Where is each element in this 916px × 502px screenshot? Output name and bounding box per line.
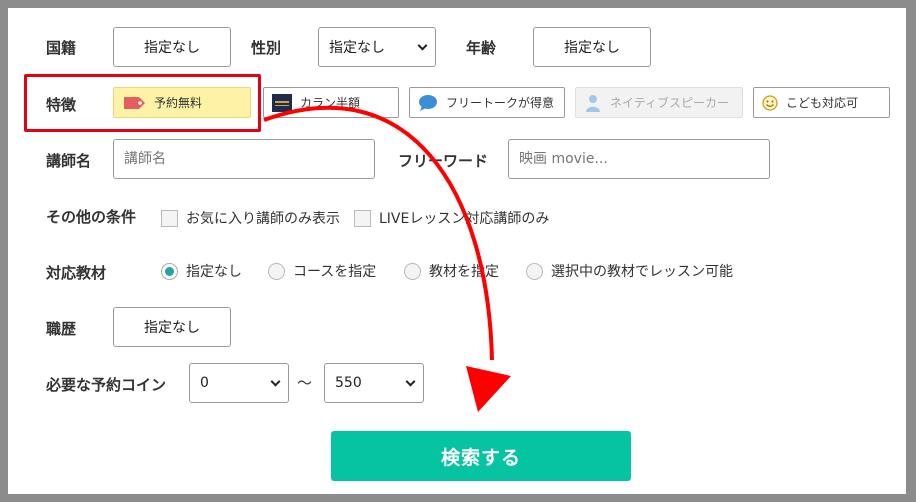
annotation-arrow bbox=[263, 105, 511, 412]
search-panel: 国籍 指定なし 性別 指定なし 年齢 指定なし 特徴 予約無料 カラン半額 フリ… bbox=[8, 8, 906, 494]
arrow-head-icon bbox=[466, 366, 511, 412]
